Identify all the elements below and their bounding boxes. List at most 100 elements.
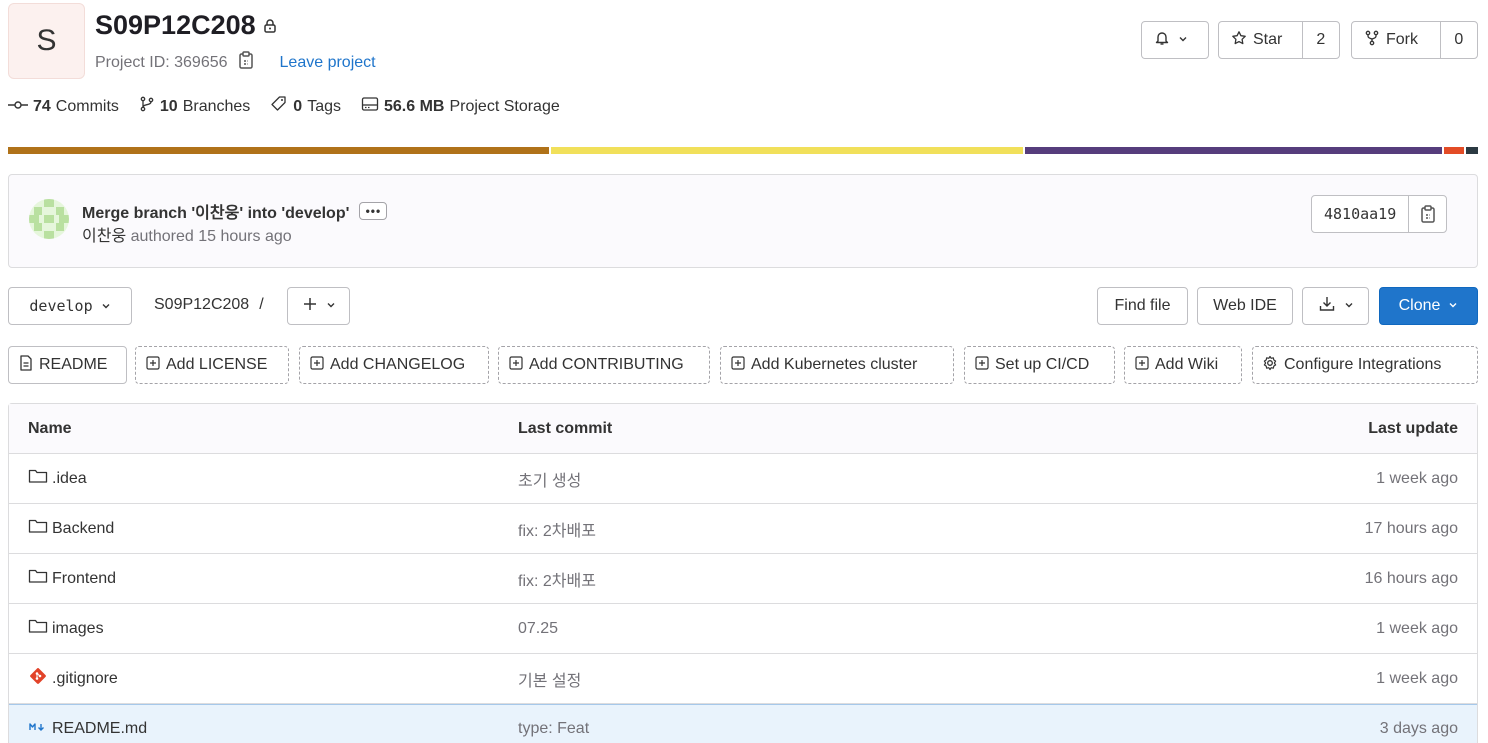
table-row[interactable]: Backend fix: 2차배포 17 hours ago (9, 504, 1477, 554)
configure-integrations-label: Configure Integrations (1284, 356, 1442, 373)
file-text-icon (19, 354, 33, 376)
setup-ci-cd-button[interactable]: Set up CI/CD (964, 346, 1115, 384)
table-row[interactable]: .idea 초기 생성 1 week ago (9, 454, 1477, 504)
commit-message-link[interactable]: type: Feat (518, 720, 589, 738)
file-name-cell[interactable]: .gitignore (28, 668, 118, 689)
commit-message-link[interactable]: 07.25 (518, 620, 558, 638)
tags-link[interactable]: 0 Tags (270, 95, 341, 118)
file-name[interactable]: README.md (52, 720, 147, 738)
branch-icon (139, 96, 155, 117)
configure-integrations-button[interactable]: Configure Integrations (1252, 346, 1478, 384)
find-file-button[interactable]: Find file (1097, 287, 1188, 325)
star-button[interactable]: Star (1219, 22, 1302, 58)
file-name[interactable]: Backend (52, 520, 114, 538)
branch-selector[interactable]: develop (8, 287, 132, 325)
last-update-time: 17 hours ago (1364, 519, 1458, 537)
folder-icon (28, 618, 48, 639)
readme-label: README (39, 356, 108, 373)
clipboard-icon (1421, 205, 1435, 223)
table-row[interactable]: images 07.25 1 week ago (9, 604, 1477, 654)
file-name[interactable]: .idea (52, 470, 87, 488)
file-name-cell[interactable]: README.md (28, 719, 147, 740)
language-segment[interactable] (1443, 147, 1465, 154)
chevron-down-icon (1448, 297, 1458, 315)
commit-author-link[interactable]: 이찬웅 (82, 228, 126, 245)
star-count[interactable]: 2 (1301, 22, 1339, 58)
chevron-down-icon (1344, 297, 1354, 315)
star-button-group[interactable]: Star 2 (1218, 21, 1340, 59)
project-subtitle: Project ID: 369656 Leave project (95, 51, 376, 74)
notification-button[interactable] (1141, 21, 1209, 59)
setup-ci-cd-label: Set up CI/CD (995, 356, 1090, 373)
column-header-last-update: Last update (1368, 419, 1458, 437)
column-header-last-commit: Last commit (518, 419, 613, 437)
last-update-time: 3 days ago (1379, 720, 1458, 737)
bell-icon (1154, 30, 1170, 51)
web-ide-button[interactable]: Web IDE (1197, 287, 1293, 325)
add-wiki-button[interactable]: Add Wiki (1124, 346, 1242, 384)
add-license-button[interactable]: Add LICENSE (135, 346, 289, 384)
folder-icon (28, 568, 48, 589)
commit-authored-time: authored 15 hours ago (130, 228, 292, 245)
breadcrumb-separator: / (259, 296, 264, 313)
table-row[interactable]: .gitignore 기본 설정 1 week ago (9, 654, 1477, 704)
commit-message-link[interactable]: 기본 설정 (518, 667, 581, 691)
repository-languages-bar[interactable] (8, 147, 1478, 154)
chevron-down-icon (326, 297, 336, 315)
file-name-cell[interactable]: Frontend (28, 568, 116, 589)
fork-button[interactable]: Fork (1352, 22, 1440, 58)
table-row[interactable]: README.md type: Feat 3 days ago (9, 704, 1477, 743)
storage-link[interactable]: 56.6 MB Project Storage (361, 96, 560, 117)
star-label: Star (1253, 31, 1283, 48)
add-contributing-button[interactable]: Add CONTRIBUTING (498, 346, 710, 384)
language-segment[interactable] (8, 147, 549, 154)
table-row[interactable]: Frontend fix: 2차배포 16 hours ago (9, 554, 1477, 604)
commits-link[interactable]: 74 Commits (8, 98, 119, 116)
fork-button-group[interactable]: Fork 0 (1351, 21, 1478, 59)
add-changelog-button[interactable]: Add CHANGELOG (299, 346, 489, 384)
add-kubernetes-cluster-button[interactable]: Add Kubernetes cluster (720, 346, 954, 384)
file-name-cell[interactable]: Backend (28, 518, 114, 539)
add-wiki-label: Add Wiki (1155, 356, 1219, 373)
clone-dropdown[interactable]: Clone (1379, 287, 1478, 325)
leave-project-link[interactable]: Leave project (280, 54, 376, 72)
file-name[interactable]: Frontend (52, 570, 116, 588)
fork-label: Fork (1386, 31, 1418, 48)
last-update-time: 1 week ago (1376, 469, 1458, 487)
copy-sha-button[interactable] (1408, 196, 1446, 232)
project-avatar-letter: S (36, 24, 57, 57)
folder-icon (28, 468, 48, 489)
add-to-tree-dropdown[interactable] (287, 287, 350, 325)
copy-id-icon[interactable] (238, 51, 254, 74)
fork-count[interactable]: 0 (1439, 22, 1477, 58)
plus-square-icon (310, 355, 324, 375)
markdown-icon (28, 719, 48, 740)
file-name-cell[interactable]: .idea (28, 468, 87, 489)
plus-square-icon (1135, 355, 1149, 375)
file-name[interactable]: .gitignore (52, 670, 118, 688)
last-commit-panel: Merge branch '이찬웅' into 'develop' ••• 이찬… (8, 174, 1478, 268)
gear-icon (1262, 355, 1278, 376)
git-icon (28, 668, 48, 689)
author-avatar[interactable] (29, 199, 69, 239)
lock-icon (262, 18, 278, 34)
commit-message-link[interactable]: fix: 2차배포 (518, 567, 596, 591)
download-dropdown[interactable] (1302, 287, 1369, 325)
language-segment[interactable] (1025, 147, 1442, 154)
commit-message-link[interactable]: 초기 생성 (518, 467, 581, 491)
chevron-down-icon (101, 297, 111, 315)
readme-button[interactable]: README (8, 346, 127, 384)
commit-sha[interactable]: 4810aa19 (1312, 196, 1408, 232)
branches-link[interactable]: 10 Branches (139, 96, 250, 117)
commit-title-link[interactable]: Merge branch '이찬웅' into 'develop' (82, 199, 349, 223)
language-segment[interactable] (1466, 147, 1478, 154)
file-name-cell[interactable]: images (28, 618, 104, 639)
commit-message-link[interactable]: fix: 2차배포 (518, 517, 596, 541)
file-name[interactable]: images (52, 620, 104, 638)
commit-description-toggle[interactable]: ••• (359, 202, 388, 220)
breadcrumb-root-link[interactable]: S09P12C208 (154, 296, 249, 314)
language-segment[interactable] (550, 147, 1024, 154)
project-stats: 74 Commits 10 Branches 0 Tags 56.6 MB Pr… (8, 95, 560, 118)
tags-label: Tags (307, 97, 341, 115)
add-license-label: Add LICENSE (166, 356, 268, 373)
